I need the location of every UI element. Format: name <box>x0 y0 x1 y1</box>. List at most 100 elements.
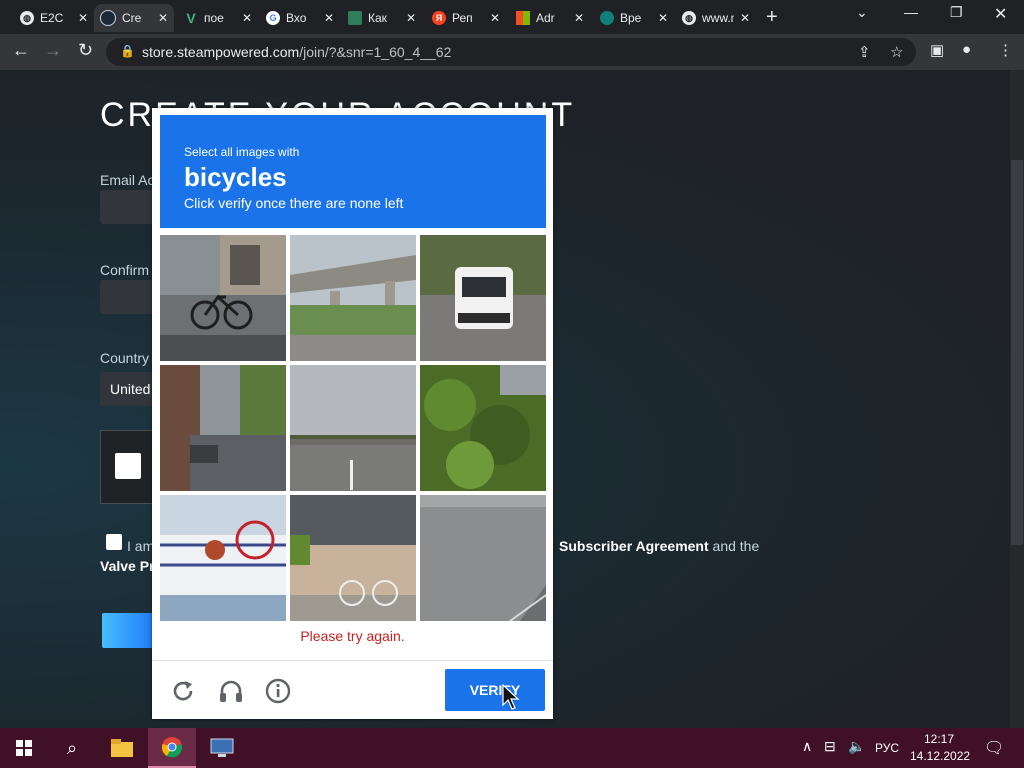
tab-vre[interactable]: Вре ✕ <box>594 4 674 32</box>
clock-date[interactable]: 14.12.2022 <box>910 749 970 763</box>
share-icon[interactable]: ⇪ <box>858 43 871 61</box>
lock-icon[interactable]: 🔒 <box>120 44 135 58</box>
windows-start-icon[interactable] <box>0 728 48 768</box>
tab-poe[interactable]: V пое ✕ <box>178 4 258 32</box>
tab-title: пое <box>204 11 224 25</box>
error-message: Please try again. <box>300 628 405 644</box>
tab-title: Вхо <box>286 11 307 25</box>
tile-bicycle-by-building[interactable] <box>160 235 286 361</box>
volume-icon[interactable]: 🔈 <box>848 738 865 755</box>
windows-taskbar: ⌕ ∧ ⊟ 🔈 РУС 12:17 14.12.2022 🗨 <box>0 728 1024 768</box>
forward-icon[interactable]: → <box>44 40 62 61</box>
v-icon: V <box>186 10 196 26</box>
tile-residential-street[interactable] <box>160 365 286 491</box>
scrollbar-thumb[interactable] <box>1011 160 1023 545</box>
clock-icon <box>600 11 614 25</box>
close-tab-icon[interactable]: ✕ <box>406 11 416 25</box>
search-icon[interactable]: ⌕ <box>48 728 96 768</box>
tile-highway-overpass[interactable] <box>290 365 416 491</box>
close-tab-icon[interactable]: ✕ <box>324 11 334 25</box>
tile-white-van[interactable] <box>420 235 546 361</box>
tab-title: Реп <box>452 11 473 25</box>
tile-empty-road[interactable] <box>420 495 546 621</box>
minimize-icon[interactable]: — <box>904 4 918 20</box>
scrollbar[interactable] <box>1010 70 1024 728</box>
close-tab-icon[interactable]: ✕ <box>740 11 750 25</box>
challenge-header: Select all images with bicycles Click ve… <box>160 115 546 228</box>
challenge-subtext: Click verify once there are none left <box>184 195 404 211</box>
tab-title: Adr <box>536 11 555 25</box>
microsoft-icon <box>516 11 530 25</box>
close-tab-icon[interactable]: ✕ <box>658 11 668 25</box>
tab-title: www.na <box>702 11 734 25</box>
tab-www[interactable]: ◍ www.na ✕ <box>676 4 756 32</box>
tab-strip: ◍ E2C ✕ Cre ✕ V пое ✕ G Вхо ✕ Как ✕ Я Ре… <box>0 0 1024 34</box>
close-tab-icon[interactable]: ✕ <box>574 11 584 25</box>
terms-text: I am <box>127 538 155 554</box>
language-indicator[interactable]: РУС <box>875 741 899 755</box>
footer-divider <box>152 660 553 661</box>
back-icon[interactable]: ← <box>12 40 30 61</box>
tile-green-bushes[interactable] <box>420 365 546 491</box>
money-icon <box>348 11 362 25</box>
restore-icon[interactable]: ❐ <box>950 4 963 21</box>
profile-icon[interactable]: ● <box>962 41 971 58</box>
tab-title: Cre <box>122 11 142 25</box>
reload-icon[interactable]: ↻ <box>78 40 93 61</box>
close-window-icon[interactable]: ✕ <box>994 4 1007 24</box>
country-label: Country <box>100 350 150 366</box>
tab-title: Вре <box>620 11 642 25</box>
globe-icon: ◍ <box>682 11 696 25</box>
terms-text-line2: Valve Pr <box>100 558 155 574</box>
tab-title: E2C <box>40 11 64 25</box>
bookmark-star-icon[interactable]: ☆ <box>890 43 903 61</box>
tab-vhod[interactable]: G Вхо ✕ <box>260 4 340 32</box>
menu-kebab-icon[interactable]: ⋮ <box>998 41 1013 59</box>
browser-toolbar: ← → ↻ 🔒 store.steampowered.com/join/?&sn… <box>0 34 1024 70</box>
terms-text-right: Subscriber Agreement and the <box>559 538 760 554</box>
tab-e2c[interactable]: ◍ E2C ✕ <box>14 4 94 32</box>
tray-expand-icon[interactable]: ∧ <box>802 738 812 755</box>
terms-checkbox[interactable] <box>106 534 122 550</box>
recaptcha-challenge: Select all images with bicycles Click ve… <box>152 108 553 719</box>
new-tab-icon[interactable]: + <box>766 6 778 29</box>
audio-challenge-icon[interactable] <box>218 678 244 704</box>
confirm-email-label: Confirm <box>100 262 150 278</box>
tile-overpass-bridge[interactable] <box>290 235 416 361</box>
google-icon: G <box>266 11 280 25</box>
file-explorer-icon[interactable] <box>98 728 146 768</box>
side-panel-icon[interactable]: ▣ <box>930 41 944 59</box>
steam-icon <box>100 10 116 26</box>
tab-adr[interactable]: Adr ✕ <box>510 4 590 32</box>
close-tab-icon[interactable]: ✕ <box>490 11 500 25</box>
reload-challenge-icon[interactable] <box>170 678 196 704</box>
close-tab-icon[interactable]: ✕ <box>242 11 252 25</box>
network-icon[interactable]: ⊟ <box>824 738 836 755</box>
help-info-icon[interactable] <box>265 678 291 704</box>
close-tab-icon[interactable]: ✕ <box>158 11 168 25</box>
email-label: Email Ac <box>100 172 155 188</box>
remote-desktop-icon[interactable] <box>198 728 246 768</box>
close-tab-icon[interactable]: ✕ <box>78 11 88 25</box>
globe-icon: ◍ <box>20 11 34 25</box>
clock-time[interactable]: 12:17 <box>924 732 954 746</box>
url-text: store.steampowered.com/join/?&snr=1_60_4… <box>142 44 452 60</box>
address-bar[interactable]: 🔒 store.steampowered.com/join/?&snr=1_60… <box>106 38 916 66</box>
tab-rep[interactable]: Я Реп ✕ <box>426 4 506 32</box>
recaptcha-checkbox[interactable] <box>115 453 141 479</box>
tab-create-account[interactable]: Cre ✕ <box>94 4 174 32</box>
tile-bicycle-by-wall[interactable] <box>290 495 416 621</box>
verify-button[interactable]: VERIFY <box>445 669 545 711</box>
valve-privacy-link[interactable]: Valve Pr <box>100 558 155 574</box>
tile-bicycle-on-balcony[interactable] <box>160 495 286 621</box>
tab-title: Как <box>368 11 387 25</box>
notification-icon[interactable]: 🗨 <box>984 738 1004 758</box>
challenge-instruction: Select all images with <box>184 145 300 159</box>
chrome-taskbar-icon[interactable] <box>148 728 196 768</box>
subscriber-agreement-link[interactable]: Subscriber Agreement <box>559 538 709 554</box>
mouse-cursor-icon <box>502 684 520 710</box>
tab-kak[interactable]: Как ✕ <box>342 4 422 32</box>
yandex-icon: Я <box>432 11 446 25</box>
challenge-target: bicycles <box>184 162 287 192</box>
tab-search-icon[interactable]: ⌄ <box>856 4 868 21</box>
